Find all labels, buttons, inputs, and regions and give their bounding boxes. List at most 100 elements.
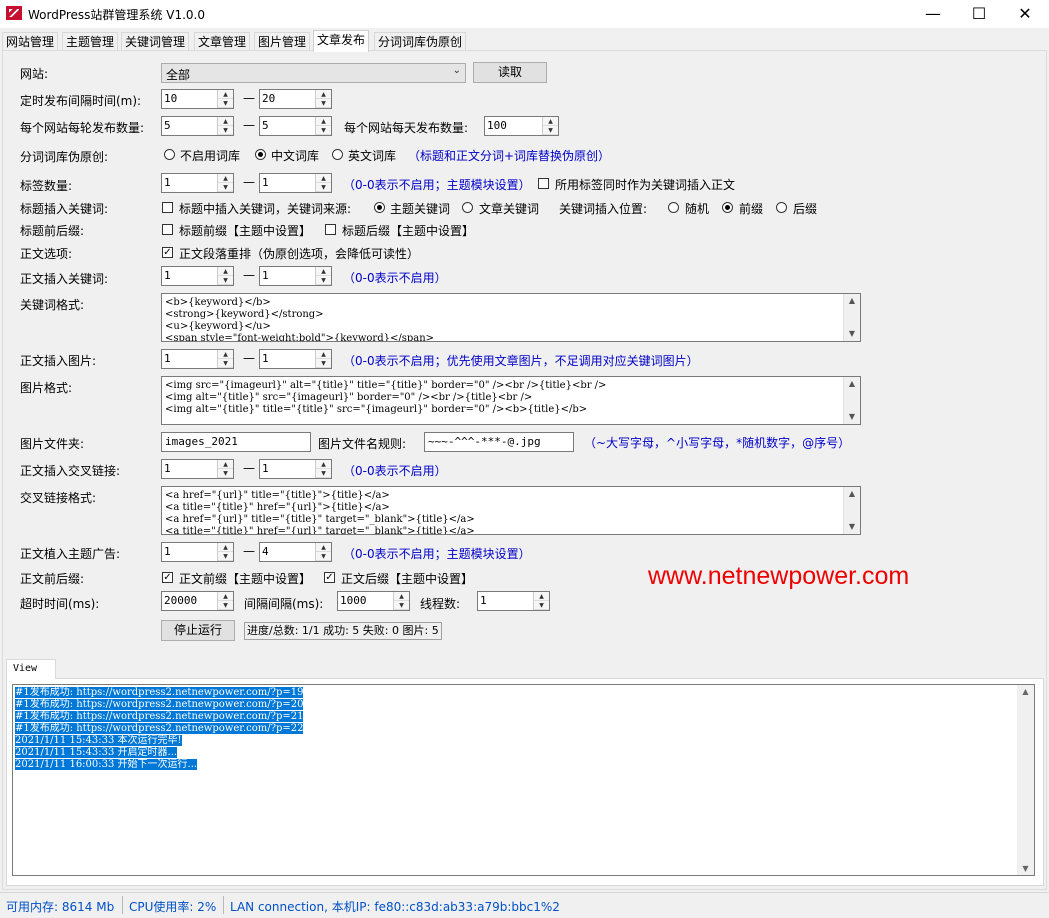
tag-as-keyword-checkbox[interactable] — [538, 178, 549, 189]
cross-link-max-spinner[interactable]: 1 ▲ ▼ — [259, 459, 332, 479]
scroll-up-icon[interactable]: ▲ — [844, 377, 860, 391]
spin-up-icon[interactable]: ▲ — [218, 350, 233, 359]
vertical-scrollbar[interactable]: ▲ ▼ — [843, 487, 860, 534]
spin-down-icon[interactable]: ▼ — [218, 99, 233, 108]
lexicon-cn-radio[interactable] — [255, 149, 266, 160]
lexicon-en-label[interactable]: 英文词库 — [348, 147, 396, 164]
spin-up-icon[interactable]: ▲ — [543, 117, 558, 126]
vertical-scrollbar[interactable]: ▲ ▼ — [1017, 685, 1034, 875]
gap-spinner[interactable]: 1000 ▲ ▼ — [337, 591, 410, 611]
title-kw-checkbox[interactable] — [162, 202, 173, 213]
read-button[interactable]: 读取 — [473, 62, 547, 83]
interval-max-spinner[interactable]: 20 ▲ ▼ — [259, 89, 332, 109]
scroll-down-icon[interactable]: ▼ — [844, 410, 860, 424]
tab-theme-manage[interactable]: 主题管理 — [62, 32, 119, 51]
img-name-rule-input[interactable]: ~~~-^^^-***-@.jpg — [424, 432, 574, 452]
spin-down-icon[interactable]: ▼ — [316, 276, 331, 285]
img-folder-input[interactable]: images_2021 — [161, 432, 311, 452]
site-select[interactable]: 全部 ⌄ — [161, 63, 466, 83]
spin-up-icon[interactable]: ▲ — [394, 592, 409, 601]
spin-down-icon[interactable]: ▼ — [218, 183, 233, 192]
spin-up-icon[interactable]: ▲ — [218, 267, 233, 276]
per-day-spinner[interactable]: 100 ▲ ▼ — [484, 116, 559, 136]
spin-up-icon[interactable]: ▲ — [534, 592, 549, 601]
spin-down-icon[interactable]: ▼ — [218, 126, 233, 135]
tab-site-manage[interactable]: 网站管理 — [2, 32, 59, 51]
spin-down-icon[interactable]: ▼ — [394, 601, 409, 610]
tab-image-manage[interactable]: 图片管理 — [254, 32, 311, 51]
per-round-max-spinner[interactable]: 5 ▲ ▼ — [259, 116, 332, 136]
spin-down-icon[interactable]: ▼ — [316, 359, 331, 368]
body-kw-min-spinner[interactable]: 1 ▲ ▼ — [161, 266, 234, 286]
kw-pos-random-label[interactable]: 随机 — [685, 200, 709, 217]
spin-up-icon[interactable]: ▲ — [218, 543, 233, 552]
title-kw-src-theme-label[interactable]: 主题关键词 — [390, 200, 450, 217]
title-kw-check-label[interactable]: 标题中插入关键词，关键词来源: — [179, 200, 351, 217]
kw-pos-suffix-label[interactable]: 后缀 — [793, 200, 817, 217]
spin-up-icon[interactable]: ▲ — [316, 267, 331, 276]
scroll-down-icon[interactable]: ▼ — [844, 520, 860, 534]
vertical-scrollbar[interactable]: ▲ ▼ — [843, 294, 860, 341]
img-format-textarea[interactable]: <img src="{imageurl}" alt="{title}" titl… — [161, 376, 861, 425]
spin-up-icon[interactable]: ▲ — [218, 90, 233, 99]
spin-down-icon[interactable]: ▼ — [218, 276, 233, 285]
spin-up-icon[interactable]: ▲ — [218, 592, 233, 601]
scroll-up-icon[interactable]: ▲ — [844, 487, 860, 501]
spin-up-icon[interactable]: ▲ — [218, 460, 233, 469]
interval-min-spinner[interactable]: 10 ▲ ▼ — [161, 89, 234, 109]
body-suffix-label[interactable]: 正文后缀【主题中设置】 — [341, 570, 473, 587]
scroll-up-icon[interactable]: ▲ — [1017, 687, 1034, 696]
spin-up-icon[interactable]: ▲ — [316, 350, 331, 359]
scroll-down-icon[interactable]: ▼ — [1017, 864, 1034, 873]
tag-max-spinner[interactable]: 1 ▲ ▼ — [259, 173, 332, 193]
kw-pos-random-radio[interactable] — [668, 202, 679, 213]
kw-pos-prefix-label[interactable]: 前缀 — [739, 200, 763, 217]
spin-up-icon[interactable]: ▲ — [316, 90, 331, 99]
log-textarea[interactable]: #1发布成功: https://wordpress2.netnewpower.c… — [12, 684, 1035, 876]
title-suffix-checkbox[interactable] — [325, 224, 336, 235]
per-round-min-spinner[interactable]: 5 ▲ ▼ — [161, 116, 234, 136]
tab-article-publish[interactable]: 文章发布 — [313, 30, 370, 52]
spin-up-icon[interactable]: ▲ — [316, 460, 331, 469]
spin-up-icon[interactable]: ▲ — [218, 117, 233, 126]
title-prefix-label[interactable]: 标题前缀【主题中设置】 — [179, 222, 311, 239]
body-kw-max-spinner[interactable]: 1 ▲ ▼ — [259, 266, 332, 286]
body-img-min-spinner[interactable]: 1 ▲ ▼ — [161, 349, 234, 369]
minimize-button[interactable]: — — [910, 0, 956, 28]
spin-down-icon[interactable]: ▼ — [316, 183, 331, 192]
title-suffix-label[interactable]: 标题后缀【主题中设置】 — [342, 222, 474, 239]
tab-article-manage[interactable]: 文章管理 — [194, 32, 251, 51]
lexicon-none-radio[interactable] — [164, 149, 175, 160]
spin-down-icon[interactable]: ▼ — [316, 552, 331, 561]
ad-max-spinner[interactable]: 4 ▲ ▼ — [259, 542, 332, 562]
spin-up-icon[interactable]: ▲ — [316, 543, 331, 552]
title-prefix-checkbox[interactable] — [162, 224, 173, 235]
spin-down-icon[interactable]: ▼ — [218, 552, 233, 561]
spin-up-icon[interactable]: ▲ — [316, 174, 331, 183]
lexicon-cn-label[interactable]: 中文词库 — [271, 147, 319, 164]
scroll-down-icon[interactable]: ▼ — [844, 327, 860, 341]
close-button[interactable]: ✕ — [1002, 0, 1048, 28]
vertical-scrollbar[interactable]: ▲ ▼ — [843, 377, 860, 424]
title-kw-src-theme-radio[interactable] — [374, 202, 385, 213]
body-img-max-spinner[interactable]: 1 ▲ ▼ — [259, 349, 332, 369]
timeout-spinner[interactable]: 20000 ▲ ▼ — [161, 591, 234, 611]
stop-button[interactable]: 停止运行 — [161, 620, 235, 641]
tag-min-spinner[interactable]: 1 ▲ ▼ — [161, 173, 234, 193]
spin-down-icon[interactable]: ▼ — [316, 99, 331, 108]
spin-down-icon[interactable]: ▼ — [316, 126, 331, 135]
tag-as-keyword-label[interactable]: 所用标签同时作为关键词插入正文 — [555, 176, 735, 193]
spin-down-icon[interactable]: ▼ — [218, 601, 233, 610]
kw-format-textarea[interactable]: <b>{keyword}</b> <strong>{keyword}</stro… — [161, 293, 861, 342]
body-suffix-checkbox[interactable]: ✓ — [324, 572, 335, 583]
cross-format-textarea[interactable]: <a href="{url}" title="{title}">{title}<… — [161, 486, 861, 535]
lexicon-none-label[interactable]: 不启用词库 — [180, 147, 240, 164]
threads-spinner[interactable]: 1 ▲ ▼ — [477, 591, 550, 611]
spin-up-icon[interactable]: ▲ — [218, 174, 233, 183]
spin-down-icon[interactable]: ▼ — [218, 359, 233, 368]
cross-link-min-spinner[interactable]: 1 ▲ ▼ — [161, 459, 234, 479]
kw-pos-suffix-radio[interactable] — [776, 202, 787, 213]
spin-down-icon[interactable]: ▼ — [316, 469, 331, 478]
title-kw-src-article-radio[interactable] — [462, 202, 473, 213]
tab-keyword-manage[interactable]: 关键词管理 — [121, 32, 190, 51]
